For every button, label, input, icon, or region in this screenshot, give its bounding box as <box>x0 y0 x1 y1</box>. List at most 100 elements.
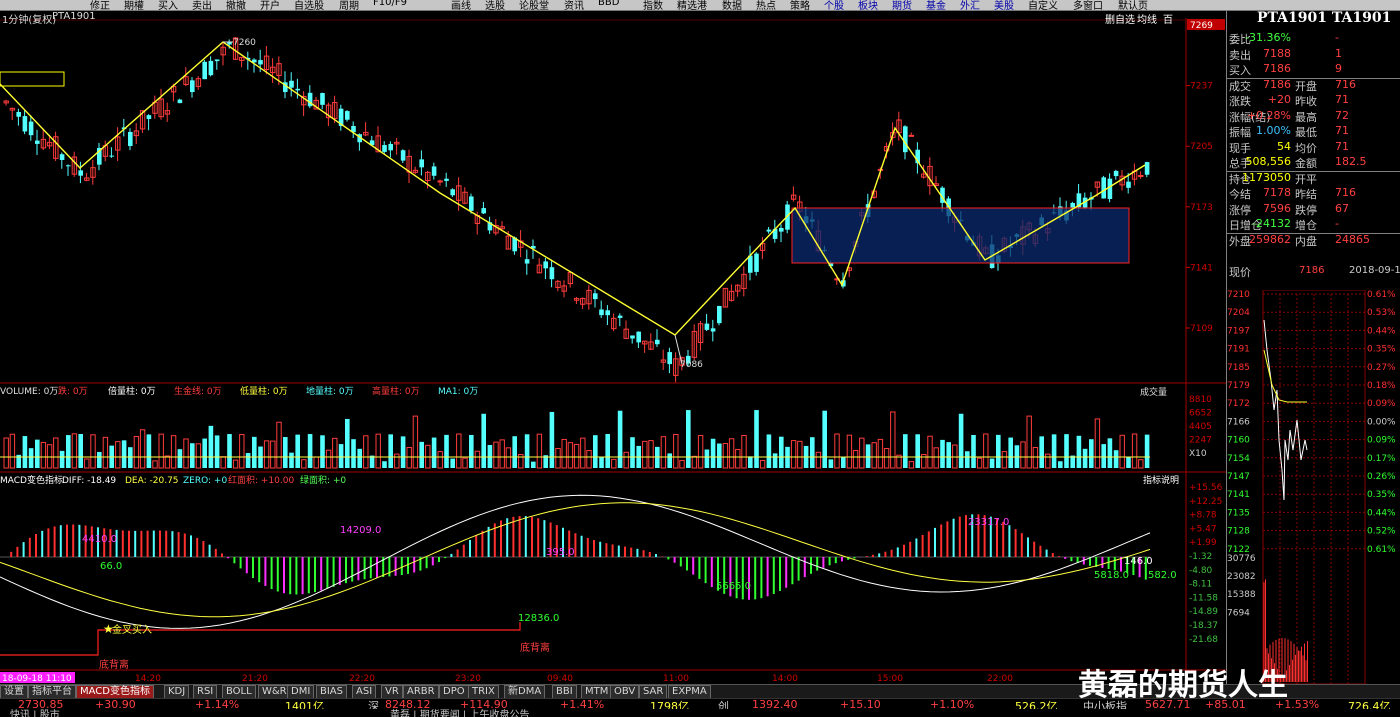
quote-key: 今结 <box>1229 188 1251 201</box>
symbol-label: PTA1901 <box>52 11 96 22</box>
macd-bar <box>909 541 912 557</box>
indicator-tab[interactable]: BOLL <box>222 685 256 699</box>
macd-bar <box>878 553 881 557</box>
price-tick: 7237 <box>1190 82 1213 92</box>
macd-bar <box>481 530 484 557</box>
volume-bar <box>1064 434 1069 468</box>
candle-body <box>295 88 300 91</box>
indicator-tab[interactable]: 设置 <box>0 685 28 699</box>
macd-bar <box>152 530 155 557</box>
indicator-tab[interactable]: RSI <box>193 685 218 699</box>
candle-body <box>16 112 21 117</box>
macd-bar <box>53 526 56 557</box>
indicator-tab[interactable]: 指标平台 <box>28 685 76 699</box>
mini-tick-right: 0.52% <box>1367 527 1396 537</box>
macd-bar <box>295 557 298 595</box>
indicator-tab[interactable]: OBV <box>610 685 640 699</box>
candle-body <box>593 293 598 300</box>
volume-legend-item: 跌: 0万 <box>58 386 88 397</box>
macd-bar <box>810 557 812 574</box>
ticker-item[interactable]: 黄磊 | 期货要闻 | 上午收盘公告 <box>390 709 529 717</box>
quote-key2: 昨收 <box>1295 95 1317 108</box>
candle-body <box>630 335 635 339</box>
indicator-tab[interactable]: VR <box>381 685 403 699</box>
quote-row: 现手 54 均价 71 <box>1227 140 1400 156</box>
indicator-tab[interactable]: BBI <box>552 685 577 699</box>
macd-tick: +5.47 <box>1189 524 1217 534</box>
indicator-tab[interactable]: BIAS <box>316 685 347 699</box>
macd-bar <box>438 557 440 562</box>
quote-key2: 内盘 <box>1295 234 1317 248</box>
quote-key: 现手 <box>1229 141 1251 155</box>
candle-body <box>779 227 784 232</box>
volume-bar <box>940 439 945 468</box>
macd-bar <box>748 557 750 600</box>
candle-body <box>543 261 548 269</box>
indicator-tab[interactable]: ARBR <box>403 685 439 699</box>
macd-bar <box>376 557 378 578</box>
indicator-tab[interactable]: SAR <box>639 685 668 699</box>
indicator-tab[interactable]: DPO <box>439 685 469 699</box>
percent-button[interactable]: 百 <box>1163 11 1173 26</box>
macd-bar <box>816 557 819 571</box>
quote-panel: PTA1901 TA1901 委比 -31.36% - 卖出 7188 1 买入 7186 9 成… <box>1226 10 1400 690</box>
volume-bar <box>673 433 679 469</box>
indicator-tab[interactable]: KDJ <box>164 685 190 699</box>
volume-bar <box>561 438 567 469</box>
indicator-tab[interactable]: 新DMA <box>504 685 546 699</box>
macd-bar <box>190 535 192 557</box>
quote-value2: - <box>1335 217 1339 230</box>
macd-value-label: 14209.0 <box>340 525 381 536</box>
volume-bar <box>580 437 586 469</box>
kline-chart[interactable]: 7269 7237 7205 7173 7141 7109 7260 7086 VOLUME: … <box>0 0 1226 690</box>
volume-bar <box>227 434 232 468</box>
ma-button[interactable]: 均线 <box>1137 11 1157 26</box>
ticker-item[interactable]: 快讯 | 股市 <box>10 709 60 717</box>
indicator-tab[interactable]: MACD变色指标 <box>76 685 154 699</box>
volume-bar <box>1058 461 1063 468</box>
macd-bar <box>28 537 31 557</box>
macd-bar <box>431 557 434 566</box>
indicator-tab[interactable]: MTM <box>581 685 613 699</box>
macd-bar <box>841 557 843 562</box>
volume-dropdown: 成交量 <box>1140 386 1167 398</box>
candle-body <box>469 196 474 211</box>
macd-bar <box>202 541 205 557</box>
macd-bar <box>407 557 409 574</box>
quote-row: 外盘 259862 内盘 24865 <box>1227 233 1400 249</box>
macd-bar <box>270 557 273 590</box>
macd-bar <box>735 557 738 599</box>
macd-bar <box>518 516 521 557</box>
volume-bar <box>164 455 171 469</box>
mini-tick-left: 7197 <box>1227 326 1250 336</box>
candle-body <box>549 267 555 280</box>
add-favorite-button[interactable]: 删自选 <box>1105 11 1135 26</box>
volume-bar <box>766 434 772 468</box>
macd-bar <box>698 557 701 579</box>
volume-bar <box>965 451 970 468</box>
watermark-text: 黄磊的期货人生 <box>1078 668 1288 703</box>
time-tick: 22:00 <box>987 674 1013 684</box>
volume-bar <box>289 452 294 468</box>
mini-tick-right: 0.44% <box>1367 508 1396 518</box>
volume-bar <box>883 448 890 469</box>
mini-tick-right: 0.17% <box>1367 454 1396 464</box>
macd-bar <box>958 516 961 557</box>
candle-body <box>444 178 449 181</box>
volume-bar <box>648 440 654 469</box>
indicator-tab[interactable]: ASI <box>352 685 377 699</box>
indicator-tab[interactable]: EXPMA <box>668 685 711 699</box>
candle-body <box>1101 177 1106 199</box>
current-price-value: 7186 <box>1299 265 1325 276</box>
candle-body <box>605 310 610 316</box>
indicator-tab[interactable]: W&R <box>258 685 291 699</box>
candle-body <box>617 315 623 318</box>
indicator-tab[interactable]: DMI <box>287 685 315 699</box>
quote-value: -24132 <box>1252 217 1291 230</box>
macd-bar <box>227 557 230 559</box>
macd-tick: +8.78 <box>1189 511 1217 521</box>
indicator-tab[interactable]: TRIX <box>468 685 499 699</box>
intraday-minichart[interactable]: 7210 0.61% 7204 0.53% 7197 0.44% 7191 0.35% 7185… <box>1227 290 1400 684</box>
time-tick: 15:00 <box>877 674 903 684</box>
volume-bar <box>660 436 667 469</box>
